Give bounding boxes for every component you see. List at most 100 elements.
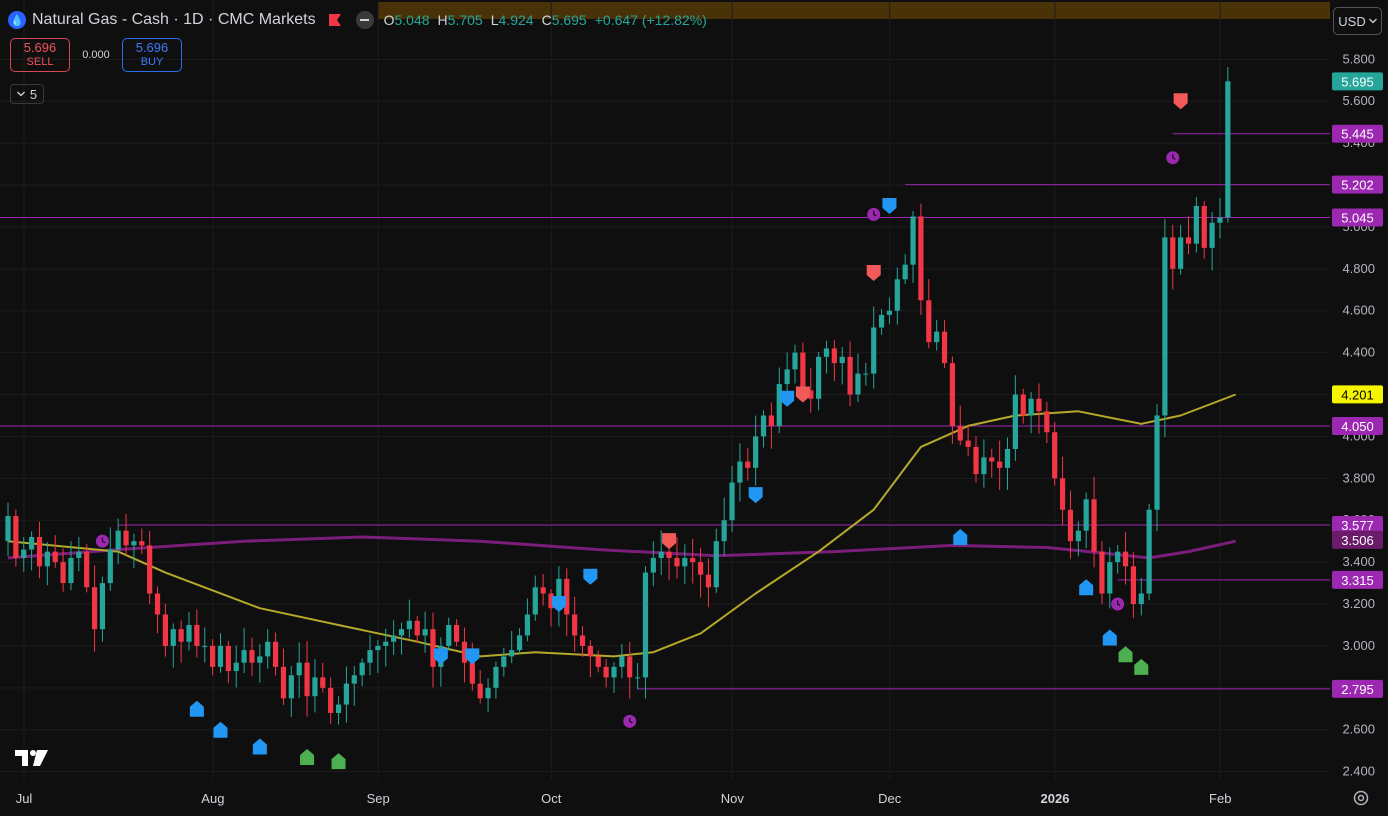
- indicators-toggle-button[interactable]: 5: [10, 84, 44, 104]
- candle-body: [934, 331, 940, 343]
- candle-body: [1170, 237, 1176, 269]
- buy-price: 5.696: [135, 40, 169, 55]
- close-value: 5.695: [551, 12, 587, 28]
- buy-button[interactable]: 5.696 BUY: [122, 38, 182, 72]
- y-tick-label: 3.400: [1342, 554, 1375, 569]
- candle-body: [878, 314, 885, 328]
- candle-body: [257, 656, 263, 663]
- x-tick-label: Nov: [721, 791, 745, 806]
- y-tick-label: 4.600: [1342, 303, 1375, 318]
- candle-body: [595, 656, 601, 667]
- symbol-title[interactable]: Natural Gas - Cash · 1D · CMC Markets: [32, 11, 316, 29]
- candle-body: [469, 662, 475, 684]
- candle-body: [233, 662, 239, 672]
- candle-body: [532, 587, 538, 615]
- candle-body: [351, 675, 357, 684]
- candle-body: [320, 677, 326, 688]
- candle-body: [131, 541, 137, 546]
- candle-body: [816, 356, 822, 399]
- candle-body: [249, 650, 255, 663]
- candle-body: [265, 641, 271, 657]
- candle-body: [210, 645, 216, 667]
- candle-body: [1091, 499, 1097, 552]
- hide-indicators-icon[interactable]: [355, 11, 374, 29]
- candle-body: [391, 635, 397, 642]
- price-label-text: 3.506: [1341, 533, 1374, 548]
- candle-body: [1201, 205, 1207, 248]
- candle-body: [1138, 593, 1144, 605]
- candle-body: [973, 446, 979, 475]
- candle-body: [1020, 394, 1026, 416]
- candle-body: [697, 562, 704, 575]
- indicators-count: 5: [29, 86, 38, 102]
- candle-body: [1107, 562, 1113, 594]
- candle-body: [147, 545, 153, 594]
- chevron-down-icon: [1368, 18, 1377, 24]
- sell-price: 5.696: [23, 40, 57, 55]
- candle-body: [359, 662, 365, 676]
- spread-value: 0.000: [82, 49, 110, 61]
- candle-body: [666, 551, 672, 558]
- candle-body: [910, 216, 916, 265]
- candle-body: [957, 425, 963, 441]
- candle-body: [501, 656, 507, 667]
- candle-body: [1162, 237, 1168, 416]
- candle-body: [186, 624, 192, 642]
- candle-body: [776, 384, 782, 426]
- currency-select[interactable]: USD: [1333, 7, 1382, 35]
- low-value: 4.924: [498, 12, 534, 28]
- candle-body: [115, 530, 121, 550]
- candle-body: [1115, 551, 1121, 563]
- candle-body: [44, 551, 50, 567]
- candle-body: [737, 461, 743, 483]
- candle-body: [989, 457, 995, 462]
- candle-body: [170, 629, 176, 646]
- tradingview-logo-icon[interactable]: [15, 748, 49, 768]
- candle-body: [863, 373, 869, 375]
- candle-body: [76, 551, 82, 558]
- close-label: C: [541, 12, 552, 28]
- candle-body: [926, 300, 932, 343]
- candle-body: [713, 541, 719, 588]
- candle-body: [682, 557, 688, 567]
- x-tick-label: Feb: [1209, 791, 1231, 806]
- flag-icon[interactable]: [328, 14, 342, 26]
- candle-body: [587, 645, 593, 657]
- candle-body: [1193, 205, 1199, 244]
- candle-body: [729, 482, 735, 521]
- candle-body: [784, 369, 790, 385]
- price-label-text: 4.201: [1341, 387, 1374, 402]
- x-tick-label: Sep: [367, 791, 390, 806]
- candle-body: [202, 645, 208, 647]
- y-tick-label: 3.800: [1342, 470, 1375, 485]
- candle-body: [477, 683, 483, 699]
- candle-body: [1036, 398, 1042, 412]
- candle-body: [375, 645, 381, 651]
- candle-body: [52, 551, 58, 563]
- x-tick-label: Dec: [878, 791, 902, 806]
- candle-body: [139, 541, 145, 546]
- settings-gear-icon[interactable]: [1352, 789, 1370, 807]
- candle-body: [328, 687, 334, 713]
- sell-button[interactable]: 5.696 SELL: [10, 38, 70, 72]
- price-chart[interactable]: 5.8005.6005.4005.2005.0004.8004.6004.400…: [0, 0, 1388, 816]
- candle-body: [91, 587, 98, 630]
- y-tick-label: 3.200: [1342, 596, 1375, 611]
- symbol-legend[interactable]: 💧 Natural Gas - Cash · 1D · CMC Markets …: [8, 8, 707, 32]
- candle-body: [894, 279, 900, 311]
- y-tick-label: 5.600: [1342, 93, 1375, 108]
- price-label-text: 5.445: [1341, 127, 1374, 142]
- price-label-text: 5.695: [1341, 74, 1374, 89]
- candle-body: [1146, 509, 1152, 594]
- candle-body: [760, 415, 767, 437]
- candle-body: [847, 356, 853, 395]
- price-label-text: 5.045: [1341, 211, 1374, 226]
- candle-body: [721, 520, 727, 542]
- candle-body: [1004, 448, 1011, 468]
- candle-body: [272, 641, 279, 667]
- candle-body: [335, 704, 342, 713]
- candle-body: [99, 583, 106, 630]
- y-tick-label: 2.600: [1342, 722, 1375, 737]
- candle-body: [162, 614, 168, 646]
- candle-body: [855, 373, 861, 395]
